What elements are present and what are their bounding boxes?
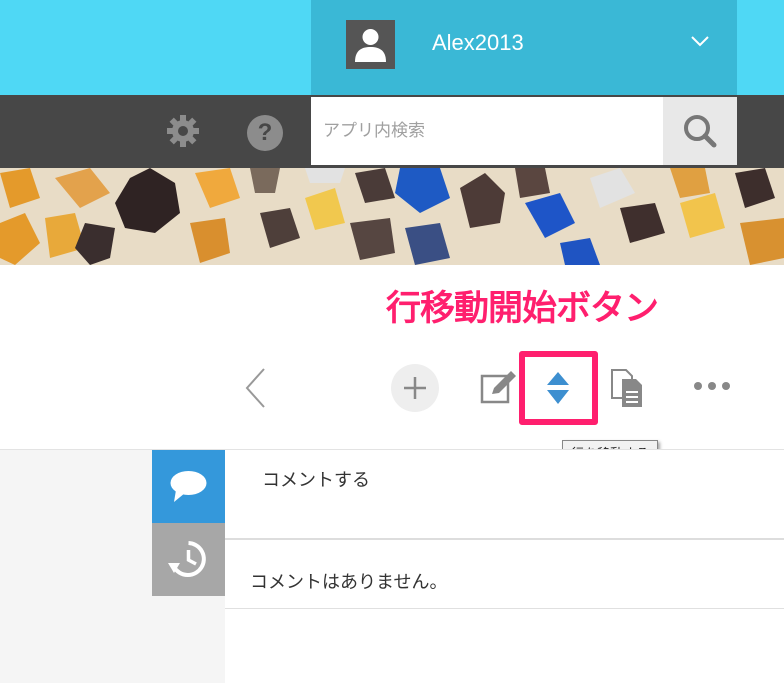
annotation-label: 行移動開始ボタン bbox=[383, 287, 661, 332]
edit-icon[interactable] bbox=[478, 368, 518, 408]
comment-input-area[interactable] bbox=[225, 450, 784, 539]
gear-icon[interactable] bbox=[165, 113, 201, 149]
highlight-box bbox=[519, 351, 598, 425]
person-icon bbox=[355, 29, 386, 62]
comment-icon bbox=[170, 471, 207, 502]
history-icon bbox=[168, 541, 206, 577]
tab-history[interactable] bbox=[152, 523, 225, 596]
chevron-down-icon[interactable] bbox=[690, 34, 710, 48]
back-icon[interactable] bbox=[242, 366, 270, 410]
no-comments-message: コメントはありません。 bbox=[250, 572, 448, 593]
mosaic-banner bbox=[0, 168, 784, 265]
help-icon[interactable]: ? bbox=[247, 115, 283, 151]
tab-comments[interactable] bbox=[152, 450, 225, 523]
list-divider bbox=[225, 608, 784, 609]
comment-placeholder[interactable]: コメントする bbox=[262, 466, 370, 492]
add-record-button[interactable] bbox=[391, 364, 439, 412]
header-banner-image bbox=[0, 168, 784, 265]
search-icon bbox=[684, 115, 717, 148]
username-label: Alex2013 bbox=[432, 30, 524, 55]
more-options-icon[interactable] bbox=[692, 376, 732, 396]
search-button[interactable] bbox=[663, 97, 737, 165]
duplicate-icon[interactable] bbox=[608, 368, 648, 410]
user-avatar[interactable] bbox=[346, 20, 395, 69]
comment-divider bbox=[225, 539, 784, 540]
app-search-input[interactable] bbox=[311, 97, 663, 165]
plus-icon bbox=[404, 377, 426, 399]
